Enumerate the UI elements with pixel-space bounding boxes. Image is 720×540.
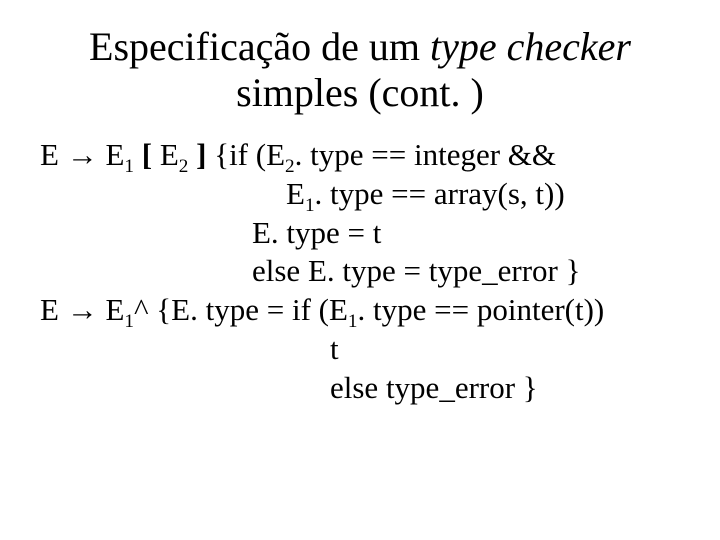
text: E xyxy=(98,292,125,327)
rule-1-line-3: E. type = t xyxy=(40,214,680,253)
title-part-1: Especificação de um xyxy=(89,24,430,69)
rule-2-line-3: else type_error } xyxy=(40,369,680,408)
text: E xyxy=(152,137,179,172)
arrow-icon: → xyxy=(67,137,98,172)
text: E xyxy=(40,292,67,327)
text: . type == array(s, t)) xyxy=(315,176,565,211)
right-bracket: ] xyxy=(196,137,206,172)
subscript: 1 xyxy=(124,311,134,332)
left-bracket: [ xyxy=(142,137,152,172)
text: t xyxy=(330,331,339,366)
title-part-2-italic: type checker xyxy=(430,24,631,69)
subscript: 1 xyxy=(305,195,315,216)
rule-1-line-1: E → E1 [ E2 ] {if (E2. type == integer &… xyxy=(40,136,680,175)
title-part-3: simples (cont. ) xyxy=(236,70,484,115)
text xyxy=(134,137,142,172)
text: . type == integer && xyxy=(295,137,556,172)
slide-title: Especificação de um type checker simples… xyxy=(40,24,680,116)
text: {if (E xyxy=(206,137,285,172)
text: E xyxy=(98,137,125,172)
rule-2-line-1: E → E1^ {E. type = if (E1. type == point… xyxy=(40,291,680,330)
arrow-icon: → xyxy=(67,292,98,327)
subscript: 2 xyxy=(179,156,189,177)
text: E xyxy=(40,137,67,172)
slide: Especificação de um type checker simples… xyxy=(0,0,720,540)
rule-1-line-4: else E. type = type_error } xyxy=(40,252,680,291)
text: else type_error } xyxy=(330,370,538,405)
slide-body: E → E1 [ E2 ] {if (E2. type == integer &… xyxy=(40,136,680,407)
text: E xyxy=(286,176,305,211)
text: ^ {E. type = if (E xyxy=(134,292,348,327)
text: . type == pointer(t)) xyxy=(358,292,605,327)
text: else E. type = type_error } xyxy=(252,253,580,288)
text xyxy=(188,137,196,172)
subscript: 1 xyxy=(124,156,134,177)
rule-1-line-2: E1. type == array(s, t)) xyxy=(40,175,680,214)
rule-2-line-2: t xyxy=(40,330,680,369)
text: E. type = t xyxy=(252,215,381,250)
subscript: 1 xyxy=(348,311,358,332)
